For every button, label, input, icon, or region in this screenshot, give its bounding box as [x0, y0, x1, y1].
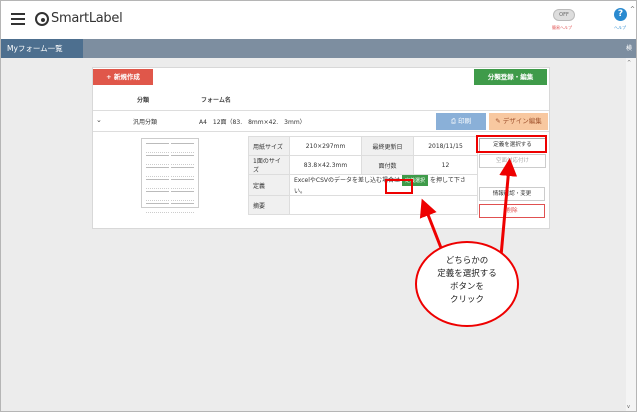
callout-line: どちらかの: [445, 256, 489, 266]
definition-select-button[interactable]: 定義選択: [402, 175, 429, 186]
delete-button[interactable]: 削除: [479, 204, 545, 218]
simple-help-label: 簡易ヘルプ: [552, 25, 572, 30]
face-size-label: 1面のサイズ: [248, 155, 290, 175]
face-size-value: 83.8×42.3mm: [289, 155, 362, 175]
hamburger-menu-icon[interactable]: [11, 13, 25, 25]
callout-line: 定義を選択する: [437, 269, 497, 279]
help-icon[interactable]: ?: [614, 8, 627, 21]
blank-face-mapping-button[interactable]: 空面対応付け: [479, 154, 546, 168]
help-label: ヘルプ: [614, 25, 626, 30]
row-form-name: A4 12面（83. 8mm×42. 3mm）: [199, 119, 306, 126]
definition-cell: ExcelやCSVのデータを差し込む場合は 定義選択 を押して下さい。: [289, 174, 478, 196]
last-update-value: 2018/11/15: [413, 136, 478, 156]
print-label: 印刷: [458, 117, 472, 125]
instruction-callout: どちらかの 定義を選択する ボタンを クリック: [415, 241, 519, 327]
header-bar: SmartLabel OFF 簡易ヘルプ ? ヘルプ ^: [1, 1, 636, 39]
definition-text-a: ExcelやCSVのデータを差し込む場合は: [294, 177, 400, 184]
app-name: SmartLabel: [51, 11, 123, 26]
new-form-button[interactable]: + 新規作成: [93, 69, 153, 85]
edit-icon: ✎: [495, 117, 503, 125]
logo-mark-icon: [35, 11, 49, 26]
form-thumbnail: [141, 138, 199, 213]
app-logo: SmartLabel: [35, 11, 123, 26]
column-header-form-name: フォーム名: [201, 97, 231, 104]
summary-label: 摘要: [248, 195, 290, 215]
chevron-down-icon[interactable]: ⌄: [96, 116, 102, 124]
vertical-scrollbar[interactable]: ^ v: [626, 58, 636, 411]
scroll-down-icon[interactable]: v: [627, 404, 630, 410]
nav-bar: Myフォーム一覧 検: [1, 39, 636, 58]
face-count-label: 面付数: [361, 155, 414, 175]
face-count-value: 12: [413, 155, 478, 175]
paper-size-label: 用紙サイズ: [248, 136, 290, 156]
tab-my-forms[interactable]: Myフォーム一覧: [1, 39, 83, 58]
collapse-caret-icon[interactable]: ^: [630, 6, 635, 13]
paper-size-value: 210×297mm: [289, 136, 362, 156]
category-edit-button[interactable]: 分類登録・編集: [474, 69, 547, 85]
design-edit-label: デザイン編集: [502, 117, 542, 125]
callout-line: クリック: [449, 295, 484, 305]
summary-value: [289, 195, 478, 215]
form-list-panel: + 新規作成 分類登録・編集 分類 フォーム名 ⌄ 汎用分類 A4 12面（83…: [92, 67, 550, 229]
definition-label: 定義: [248, 174, 290, 196]
form-detail-table: 用紙サイズ 210×297mm 最終更新日 2018/11/15 1面のサイズ …: [248, 136, 478, 215]
design-edit-button[interactable]: ✎ デザイン編集: [489, 113, 548, 130]
print-button[interactable]: ⎙ 印刷: [436, 113, 486, 130]
simple-help-toggle[interactable]: OFF: [553, 9, 575, 21]
scroll-up-icon[interactable]: ^: [627, 60, 631, 66]
last-update-label: 最終更新日: [361, 136, 414, 156]
nav-search-label[interactable]: 検: [626, 39, 632, 58]
info-edit-button[interactable]: 情報確認・変更: [479, 187, 545, 201]
row-category: 汎用分類: [133, 119, 158, 126]
select-definition-button[interactable]: 定義を選択する: [479, 138, 546, 153]
callout-line: ボタンを: [449, 282, 484, 292]
app-window: SmartLabel OFF 簡易ヘルプ ? ヘルプ ^ Myフォーム一覧 検 …: [0, 0, 637, 412]
divider: [93, 131, 549, 132]
column-header-category: 分類: [137, 97, 150, 104]
